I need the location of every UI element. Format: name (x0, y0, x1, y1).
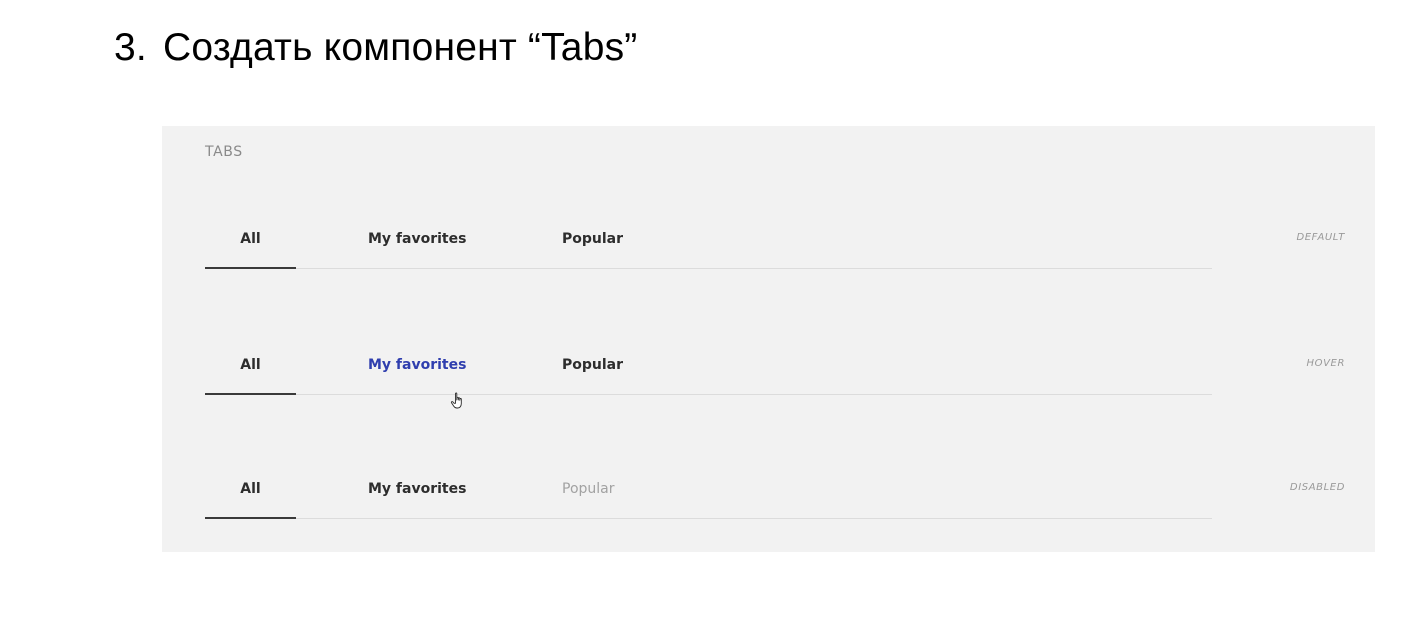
tab-bar: All My favorites Popular (205, 350, 1212, 395)
tabs-row-disabled: All My favorites Popular DISABLED (162, 474, 1375, 534)
tab-all[interactable]: All (205, 224, 296, 269)
tab-my-favorites[interactable]: My favorites (368, 224, 466, 268)
tab-label: All (240, 231, 261, 247)
tab-bar: All My favorites Popular (205, 474, 1212, 519)
tab-label: Popular (562, 231, 624, 247)
tabs-showcase-panel: TABS All My favorites Popular DEFAULT Al… (162, 126, 1375, 552)
heading-text: Создать компонент “Tabs” (163, 26, 638, 69)
hand-pointer-icon (450, 392, 462, 409)
tab-popular[interactable]: Popular (562, 224, 623, 268)
heading-number: 3. (114, 26, 147, 69)
tab-all[interactable]: All (205, 350, 296, 395)
state-label: HOVER (1306, 358, 1345, 369)
page-heading: 3. Создать компонент “Tabs” (114, 26, 637, 70)
state-label: DEFAULT (1296, 232, 1345, 243)
tab-my-favorites[interactable]: My favorites (368, 474, 466, 518)
active-tab-indicator (205, 267, 296, 269)
tab-my-favorites[interactable]: My favorites (368, 350, 466, 394)
tab-label: All (240, 481, 261, 497)
tabs-row-default: All My favorites Popular DEFAULT (162, 224, 1375, 284)
active-tab-indicator (205, 517, 296, 519)
tab-all[interactable]: All (205, 474, 296, 519)
active-tab-indicator (205, 393, 296, 395)
tab-label: My favorites (368, 481, 467, 497)
tab-popular: Popular (562, 474, 615, 518)
tab-label: My favorites (368, 357, 467, 373)
panel-label: TABS (205, 144, 243, 160)
state-label: DISABLED (1289, 482, 1345, 493)
tab-bar: All My favorites Popular (205, 224, 1212, 269)
tabs-row-hover: All My favorites Popular HOVER (162, 350, 1375, 410)
tab-label: My favorites (368, 231, 467, 247)
tab-label: Popular (562, 481, 615, 497)
tab-popular[interactable]: Popular (562, 350, 623, 394)
tab-label: Popular (562, 357, 624, 373)
tab-label: All (240, 357, 261, 373)
